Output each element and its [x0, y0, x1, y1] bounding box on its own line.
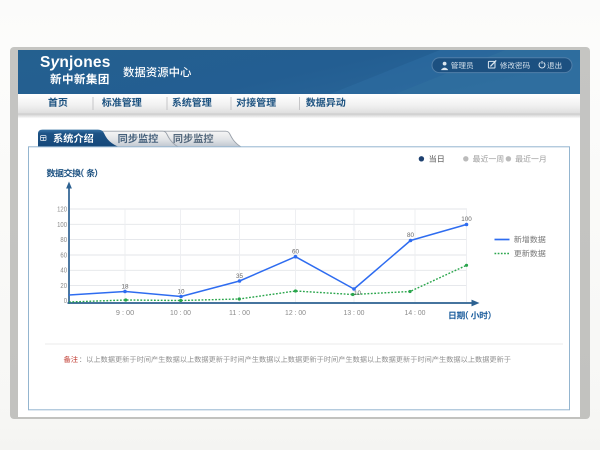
svg-text:12 : 00: 12 : 00	[285, 308, 306, 317]
svg-text:60: 60	[292, 248, 300, 255]
svg-text:120: 120	[57, 205, 67, 214]
svg-text:35: 35	[236, 273, 244, 280]
svg-text:0: 0	[64, 296, 67, 305]
svg-text:100: 100	[57, 220, 67, 229]
svg-text:9 : 00: 9 : 00	[116, 308, 134, 317]
svg-text:18: 18	[121, 283, 129, 290]
svg-text:80: 80	[60, 235, 67, 244]
svg-text:20: 20	[60, 281, 67, 290]
svg-text:10 : 00: 10 : 00	[170, 308, 191, 317]
svg-text:10: 10	[354, 290, 362, 297]
svg-text:Synjones: Synjones	[40, 54, 111, 71]
svg-text:60: 60	[60, 250, 67, 259]
svg-text:14 : 00: 14 : 00	[405, 308, 426, 317]
svg-text:10: 10	[177, 288, 185, 295]
svg-text:11 : 00: 11 : 00	[229, 308, 250, 317]
svg-text:80: 80	[407, 232, 415, 239]
svg-text:100: 100	[461, 216, 472, 223]
svg-text:40: 40	[60, 266, 67, 275]
svg-text:13 : 00: 13 : 00	[344, 308, 365, 317]
